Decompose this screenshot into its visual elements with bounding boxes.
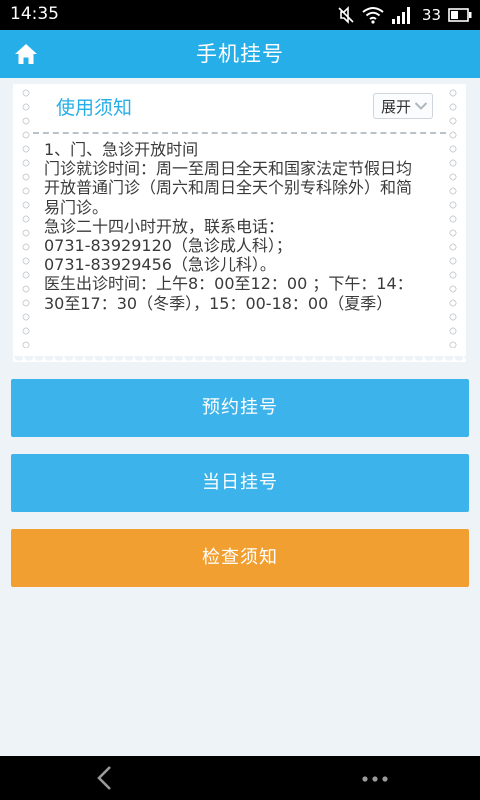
back-arrow-icon[interactable]: [94, 765, 116, 791]
notice-line: 医生出诊时间：上午8：00至12：00 ；下午：14：: [44, 274, 413, 294]
chevron-down-icon: [414, 102, 428, 110]
battery-icon: [448, 8, 472, 22]
notice-line: 开放普通门诊（周六和周日全天个别专科除外）和简: [44, 178, 413, 198]
wifi-icon: [362, 7, 384, 24]
notice-line: 易门诊。: [44, 197, 109, 217]
notice-line: 0731-83929456（急诊儿科）。: [44, 255, 276, 275]
status-icons: 33: [337, 4, 472, 26]
notice-line: 1、门、急诊开放时间: [44, 140, 199, 159]
notice-line: 30至17：30（冬季），15：00-18：00（夏季）: [44, 293, 393, 313]
exam-notice-button[interactable]: 检查须知: [11, 529, 469, 587]
page-title: 手机挂号: [196, 42, 284, 66]
notice-body: 1、门、急诊开放时间 门诊就诊时间：周一至周日全天和国家法定节假日均 开放普通门…: [44, 140, 444, 313]
notice-card: 使用须知 展开 1、门、急诊开放时间 门诊就诊时间：周一至周日全天和国家法定节假…: [13, 84, 466, 368]
divider: [33, 132, 446, 134]
notice-line: 急诊二十四小时开放，联系电话：: [44, 216, 285, 236]
expand-button[interactable]: 展开: [373, 93, 433, 119]
navigation-bar: [0, 756, 480, 800]
status-bar: 14:35 33: [0, 0, 480, 30]
notice-title: 使用须知: [56, 97, 133, 119]
appointment-button[interactable]: 预约挂号: [11, 379, 469, 437]
more-dots-icon[interactable]: [361, 775, 389, 783]
expand-label: 展开: [381, 98, 412, 116]
app-header: 手机挂号: [0, 30, 480, 78]
signal-icon: [391, 7, 410, 24]
same-day-button[interactable]: 当日挂号: [11, 454, 469, 512]
notice-line: 门诊就诊时间：周一至周日全天和国家法定节假日均: [44, 159, 413, 179]
card-edge-decoration: [19, 86, 33, 348]
mute-icon: [338, 6, 354, 24]
card-edge-decoration: [446, 86, 460, 348]
status-time: 14:35: [10, 4, 59, 24]
battery-level: 33: [421, 6, 441, 24]
notice-line: 0731-83929120（急诊成人科）；: [44, 236, 292, 256]
card-bottom-decoration: [13, 356, 466, 368]
